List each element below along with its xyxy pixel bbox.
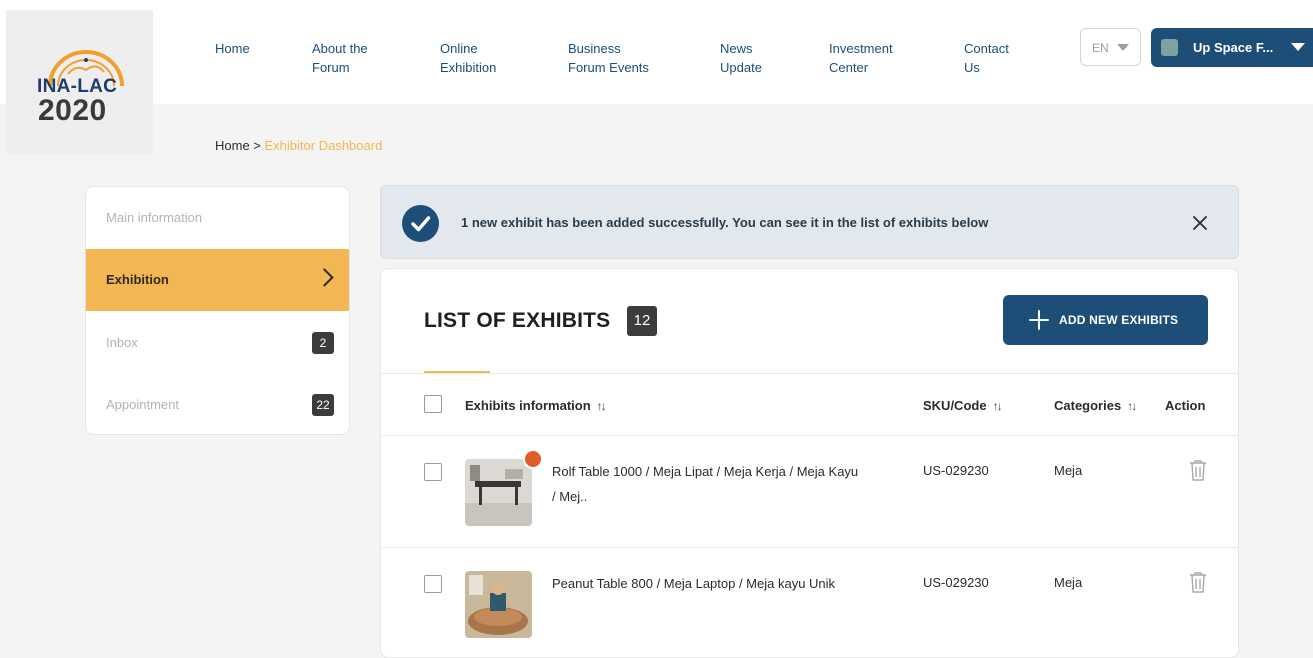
chevron-down-icon xyxy=(1117,44,1129,51)
sidebar-item-main-information[interactable]: Main information xyxy=(86,187,349,249)
check-circle-icon xyxy=(402,205,439,242)
nav-online-exhibition[interactable]: Online Exhibition xyxy=(440,39,496,77)
exhibits-panel: LIST OF EXHIBITS 12 ADD NEW EXHIBITS Exh… xyxy=(380,268,1239,658)
sidebar-item-label: Appointment xyxy=(106,397,179,412)
sidebar-item-exhibition[interactable]: Exhibition xyxy=(86,249,349,311)
dashboard-sidebar: Main information Exhibition Inbox 2 Appo… xyxy=(85,186,350,435)
exhibit-category: Meja xyxy=(1054,463,1083,478)
nav-news-update[interactable]: News Update xyxy=(720,39,762,77)
breadcrumb-separator: > xyxy=(249,138,265,153)
exhibit-name[interactable]: Rolf Table 1000 / Meja Lipat / Meja Kerj… xyxy=(552,459,862,509)
sidebar-item-label: Main information xyxy=(106,210,203,225)
divider xyxy=(381,547,1238,548)
breadcrumb: Home > Exhibitor Dashboard xyxy=(215,138,382,153)
plus-icon xyxy=(1029,310,1049,330)
product-thumbnail[interactable] xyxy=(465,571,532,638)
divider xyxy=(381,373,1238,374)
column-label: Categories xyxy=(1054,398,1122,413)
language-value: EN xyxy=(1092,41,1109,55)
column-header-categories[interactable]: Categories ↑↓ xyxy=(1054,398,1137,413)
product-thumbnail[interactable] xyxy=(465,459,532,526)
nav-business-forum-events[interactable]: Business Forum Events xyxy=(568,39,649,77)
exhibit-name[interactable]: Peanut Table 800 / Meja Laptop / Meja ka… xyxy=(552,571,862,596)
exhibits-count-badge: 12 xyxy=(627,306,657,336)
new-indicator-dot xyxy=(523,449,543,469)
column-label: Exhibits information xyxy=(465,398,591,413)
divider xyxy=(381,435,1238,436)
logo-year: 2020 xyxy=(38,94,107,127)
avatar xyxy=(1161,39,1178,56)
chevron-down-icon xyxy=(1291,43,1305,51)
sidebar-item-inbox[interactable]: Inbox 2 xyxy=(86,312,349,374)
page-title: LIST OF EXHIBITS xyxy=(424,309,611,332)
exhibit-sku: US-029230 xyxy=(923,463,989,478)
close-icon[interactable] xyxy=(1191,214,1209,232)
chevron-right-icon xyxy=(315,268,334,287)
user-name: Up Space F... xyxy=(1193,40,1274,55)
column-label: SKU/Code xyxy=(923,398,987,413)
alert-message: 1 new exhibit has been added successfull… xyxy=(461,215,989,230)
nav-contact-us[interactable]: Contact Us xyxy=(964,39,1009,77)
exhibit-sku: US-029230 xyxy=(923,575,989,590)
user-menu[interactable]: Up Space F... xyxy=(1151,28,1313,67)
trash-icon[interactable] xyxy=(1189,571,1207,593)
site-logo[interactable]: INA-LAC 2020 xyxy=(6,10,153,154)
nav-investment-center[interactable]: Investment Center xyxy=(829,39,893,77)
nav-about-forum[interactable]: About the Forum xyxy=(312,39,368,77)
inbox-count-badge: 2 xyxy=(312,332,334,354)
add-new-exhibits-button[interactable]: ADD NEW EXHIBITS xyxy=(1003,295,1208,345)
sidebar-item-appointment[interactable]: Appointment 22 xyxy=(86,374,349,434)
add-button-label: ADD NEW EXHIBITS xyxy=(1059,313,1179,327)
appointment-count-badge: 22 xyxy=(312,394,334,416)
sort-icon: ↑↓ xyxy=(596,399,607,413)
success-alert: 1 new exhibit has been added successfull… xyxy=(380,185,1239,259)
exhibit-category: Meja xyxy=(1054,575,1083,590)
language-select[interactable]: EN xyxy=(1080,28,1141,66)
sidebar-item-label: Inbox xyxy=(106,335,138,350)
trash-icon[interactable] xyxy=(1189,459,1207,481)
select-all-checkbox[interactable] xyxy=(424,395,442,413)
column-header-sku[interactable]: SKU/Code ↑↓ xyxy=(923,398,1003,413)
column-header-info[interactable]: Exhibits information ↑↓ xyxy=(465,398,607,413)
sidebar-item-label: Exhibition xyxy=(106,272,169,287)
sort-icon: ↑↓ xyxy=(992,399,1003,413)
row-checkbox[interactable] xyxy=(424,575,442,593)
breadcrumb-current: Exhibitor Dashboard xyxy=(264,138,383,153)
column-header-action: Action xyxy=(1165,398,1206,413)
sort-icon: ↑↓ xyxy=(1127,399,1137,413)
breadcrumb-home[interactable]: Home xyxy=(215,138,250,153)
nav-home[interactable]: Home xyxy=(215,39,250,58)
row-checkbox[interactable] xyxy=(424,463,442,481)
